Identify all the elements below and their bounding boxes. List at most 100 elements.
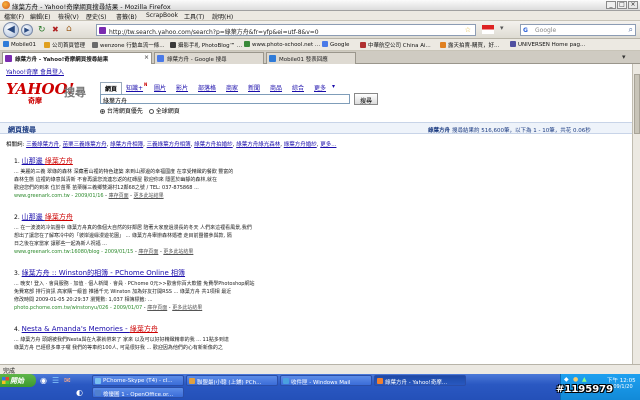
mobile01-favicon-icon [269, 55, 276, 62]
related-term[interactable]: 綠葉方舟拍婚紗 [194, 142, 233, 148]
cache-link[interactable]: 庫存頁面 [109, 193, 129, 199]
radio-global[interactable] [148, 109, 154, 114]
more-site-link[interactable]: 更多此站結果 [163, 249, 193, 255]
tab-list-icon[interactable]: ▾ [622, 53, 626, 61]
reload-icon[interactable]: ↻ [38, 25, 46, 35]
result-item: 2. 山那邊 綠葉方舟 ... 在一波波的冷氣團中 綠葉方舟真的像個大自然的好鄰… [14, 212, 484, 256]
related-term[interactable]: 三義綠葉方舟 [26, 142, 59, 148]
query-text: 綠葉方舟 [103, 98, 128, 105]
bookmark-item[interactable]: wenzone 行動血流一條... [92, 41, 164, 49]
vertical-scrollbar[interactable] [632, 64, 640, 364]
search-button[interactable]: 搜尋 [354, 93, 378, 105]
query-input[interactable]: 綠葉方舟 [100, 94, 350, 105]
bookmark-item[interactable]: www.photo-school.net ... [244, 41, 320, 48]
taskbar-item[interactable]: 檢優圖 1 - OpenOffice.or... [92, 387, 184, 398]
result-url: www.greenark.com.tw:16080/blog - 2009/01… [14, 249, 134, 255]
quicklaunch-icon[interactable]: ◉ [40, 376, 47, 385]
taskbar-item[interactable]: 聯盟最(小聰 (上鋪) PCh... [186, 375, 278, 386]
tab-news[interactable]: 新聞 [248, 83, 260, 92]
bookmark-item[interactable]: UNIVERSEN Home pag... [510, 41, 585, 48]
flag-icon[interactable] [482, 25, 494, 34]
tab-shops[interactable]: 商家 [226, 83, 238, 92]
menu-tools[interactable]: 工具(T) [184, 12, 204, 21]
more-site-link[interactable]: 更多此站結果 [172, 305, 202, 311]
menu-scrapbook[interactable]: ScrapBook [146, 12, 178, 19]
clock-time[interactable]: 下午 12:05 [607, 376, 636, 384]
star-bookmark-icon[interactable]: ☆ [465, 26, 471, 34]
search-engine-input[interactable]: G Google ⌕ [520, 24, 636, 36]
menu-view[interactable]: 檢視(V) [58, 12, 79, 21]
cache-link[interactable]: 庫存頁面 [147, 305, 167, 311]
result-snippet: ... 美麗的三義 翠綠的森林 深藏著山裡的特色建築 來到山那邊的幸福國度 在享… [14, 169, 234, 175]
taskbar-item-active[interactable]: 綠葉方舟 - Yahoo!奇摩... [374, 375, 466, 386]
home-icon[interactable]: ⌂ [66, 24, 72, 34]
tab-label: 綠葉方舟 - Google 搜尋 [167, 57, 227, 63]
tab-videos[interactable]: 影片 [176, 83, 188, 92]
stop-icon[interactable]: ✖ [52, 25, 59, 34]
bookmark-icon [440, 42, 446, 48]
yahoo-logo[interactable]: YAHOO! 奇摩 搜尋 [6, 80, 86, 105]
tray-icon[interactable]: ● [573, 376, 578, 383]
tab-products[interactable]: 商品 [270, 83, 282, 92]
tray-icon[interactable]: ▲ [582, 376, 587, 383]
related-term[interactable]: 綠葉方舟婚紗 [284, 142, 317, 148]
tab-more[interactable]: 更多 [314, 83, 326, 92]
quicklaunch-icon[interactable]: ☰ [52, 376, 59, 385]
result-title[interactable]: 4. Nesta & Amanda's Memories - 綠葉方舟 [14, 324, 484, 334]
menu-history[interactable]: 歷史(S) [86, 12, 107, 21]
menu-help[interactable]: 說明(H) [212, 12, 233, 21]
forward-button[interactable]: ▶ [21, 24, 33, 36]
related-more[interactable]: 更多... [320, 142, 336, 148]
url-input[interactable]: http://tw.search.yahoo.com/search?p=綠葉方舟… [96, 24, 476, 36]
tab-knowledge[interactable]: 知識+ [126, 83, 143, 92]
related-term[interactable]: 綠葉方舟綠光森林 [236, 142, 280, 148]
app-icon [189, 378, 195, 384]
tab-yahoo-search[interactable]: 綠葉方舟 - Yahoo!奇摩網頁搜尋結果 × [2, 52, 152, 64]
menu-edit[interactable]: 編輯(E) [30, 12, 50, 21]
more-dropdown-icon[interactable]: ▾ [332, 83, 335, 90]
bookmark-item[interactable]: 公司首頁管理 [44, 41, 85, 49]
dropdown-arrow-icon[interactable]: ▾ [500, 24, 504, 32]
close-tab-icon[interactable]: × [144, 54, 149, 61]
tray-icon[interactable]: ◆ [564, 376, 569, 383]
radio-taiwan[interactable] [100, 109, 105, 114]
minimize-button[interactable]: _ [606, 1, 616, 9]
windows-logo-icon [2, 377, 9, 384]
quicklaunch-icon[interactable]: ✉ [64, 376, 71, 385]
tab-mobile01[interactable]: Mobile01 發表回應 [266, 52, 356, 64]
menu-bookmarks[interactable]: 書籤(B) [116, 12, 137, 21]
yahoo-top-links[interactable]: Yahoo!奇摩 會員登入 [6, 67, 64, 76]
bookmark-item[interactable]: 中華航空公司 China Ai... [360, 41, 431, 49]
result-title[interactable]: 2. 山那邊 綠葉方舟 [14, 212, 484, 222]
taskbar-item[interactable]: 收件匣 - Windows Mail [280, 375, 372, 386]
tab-images[interactable]: 圖片 [154, 83, 166, 92]
cache-link[interactable]: 庫存頁面 [138, 249, 158, 255]
result-title[interactable]: 3. 綠葉方舟 :: Winston的相簿 - PChome Online 相簿 [14, 268, 484, 278]
close-button[interactable]: × [628, 1, 638, 9]
magnifier-icon[interactable]: ⌕ [629, 25, 633, 35]
tab-all[interactable]: 綜合 [292, 83, 304, 92]
scrollbar-thumb[interactable] [634, 74, 640, 134]
bookmark-item[interactable]: Google [322, 41, 349, 48]
quicklaunch-icon[interactable]: ◐ [76, 388, 83, 397]
tab-bar: 綠葉方舟 - Yahoo!奇摩網頁搜尋結果 × 綠葉方舟 - Google 搜尋… [0, 51, 640, 64]
taskbar-item[interactable]: PChome-Skype (T4) - cl... [92, 375, 184, 386]
menu-file[interactable]: 檔案(F) [4, 12, 24, 21]
google-favicon-icon [157, 55, 164, 62]
start-label: 開始 [10, 377, 24, 385]
more-site-link[interactable]: 更多此站結果 [134, 193, 164, 199]
yahoo-logo-search: 搜尋 [64, 86, 86, 99]
start-button[interactable]: 開始 [0, 374, 36, 387]
tab-google-search[interactable]: 綠葉方舟 - Google 搜尋 [154, 52, 264, 64]
related-term[interactable]: 綠葉方舟相簿 [110, 142, 143, 148]
result-title[interactable]: 1. 山那邊 綠葉方舟 [14, 156, 484, 166]
tab-blogs[interactable]: 部落格 [198, 83, 216, 92]
tab-web[interactable]: 網頁 [100, 82, 123, 94]
related-term[interactable]: 三義綠葉方舟相簿 [147, 142, 191, 148]
related-term[interactable]: 苗栗三義綠葉方舟 [63, 142, 107, 148]
bookmark-item[interactable]: 攝影手札 PhotoBlog™ ... [170, 41, 242, 49]
maximize-button[interactable]: □ [617, 1, 627, 9]
back-button[interactable]: ◀ [3, 22, 19, 38]
bookmark-item[interactable]: 露天拍賣-購買，好... [440, 41, 499, 49]
bookmark-item[interactable]: Mobile01 [3, 41, 36, 48]
